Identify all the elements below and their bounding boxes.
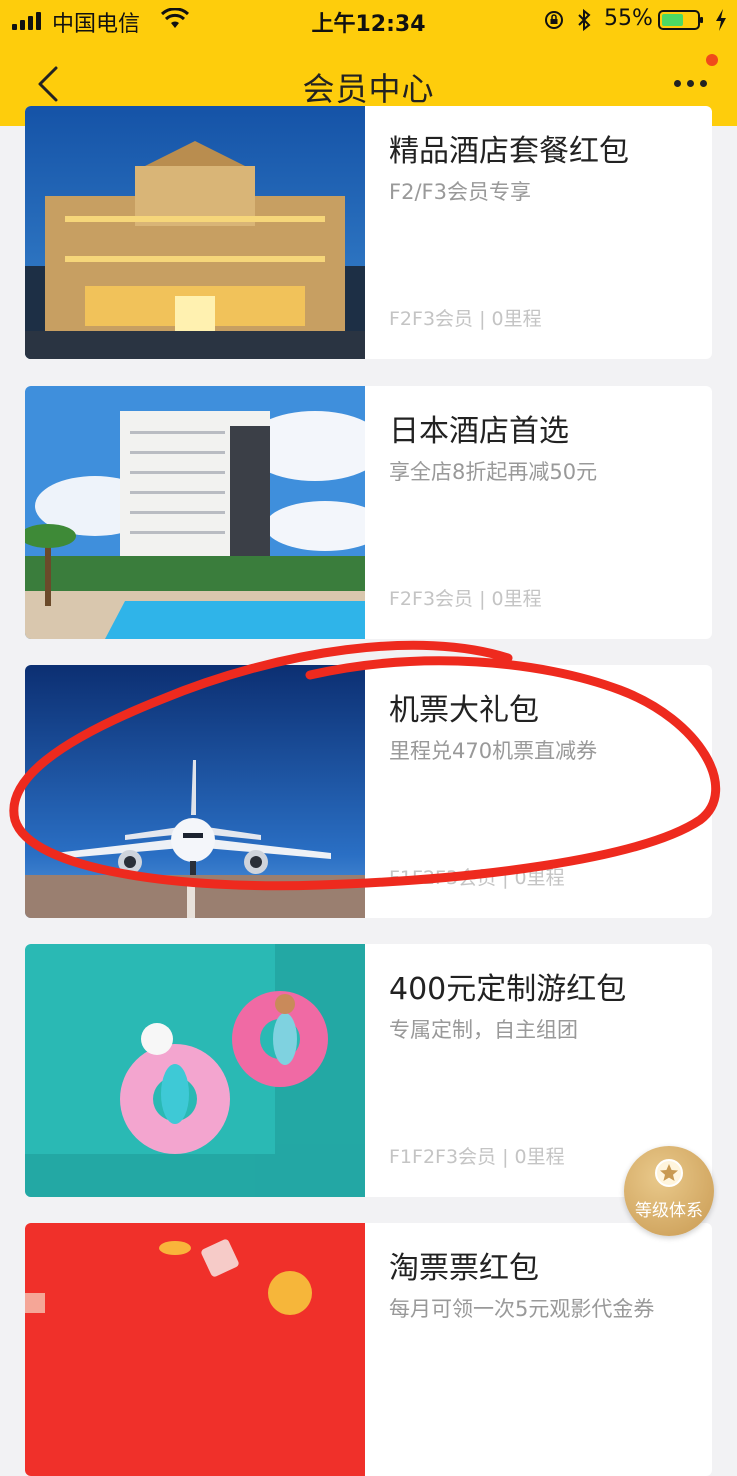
card-desc: 享全店8折起再减50元 — [389, 460, 598, 484]
level-system-label: 等级体系 — [635, 1201, 703, 1221]
luxury-hotel-photo — [25, 106, 365, 359]
card-desc: 专属定制，自主组团 — [389, 1018, 578, 1042]
list-item[interactable]: 精品酒店套餐红包 F2/F3会员专享 F2F3会员 | 0里程 — [25, 106, 712, 359]
page-title: 会员中心 — [302, 70, 435, 108]
pool-float-photo — [25, 944, 365, 1197]
list-item[interactable]: 日本酒店首选 享全店8折起再减50元 F2F3会员 | 0里程 — [25, 386, 712, 639]
battery-icon — [658, 10, 703, 30]
rotation-lock-icon — [545, 11, 563, 29]
list-item[interactable]: 机票大礼包 里程兑470机票直减券 F1F2F3会员 | 0里程 — [25, 665, 712, 918]
card-meta: F1F2F3会员 | 0里程 — [389, 867, 565, 889]
card-title: 精品酒店套餐红包 — [389, 134, 629, 169]
card-title: 淘票票红包 — [389, 1251, 539, 1286]
more-button[interactable] — [668, 54, 718, 102]
notification-dot — [706, 54, 718, 66]
card-desc: 每月可领一次5元观影代金券 — [389, 1297, 655, 1321]
card-meta: F2F3会员 | 0里程 — [389, 588, 542, 610]
battery-percent: 55% — [604, 6, 653, 31]
card-meta: F2F3会员 | 0里程 — [389, 308, 542, 330]
japan-hotel-pool-photo — [25, 386, 365, 639]
list-item[interactable]: 淘票票红包 每月可领一次5元观影代金券 — [25, 1223, 712, 1476]
charging-icon — [716, 9, 726, 31]
card-title: 400元定制游红包 — [389, 972, 627, 1007]
level-system-button[interactable]: 等级体系 — [624, 1146, 714, 1236]
star-medal-icon — [655, 1159, 683, 1187]
list-item[interactable]: 400元定制游红包 专属定制，自主组团 F1F2F3会员 | 0里程 — [25, 944, 712, 1197]
airplane-photo — [25, 665, 365, 918]
card-title: 机票大礼包 — [389, 693, 539, 728]
card-meta: F1F2F3会员 | 0里程 — [389, 1146, 565, 1168]
card-desc: 里程兑470机票直减券 — [389, 739, 598, 763]
bluetooth-icon — [578, 8, 591, 32]
red-movie-coupon-photo — [25, 1223, 365, 1476]
card-desc: F2/F3会员专享 — [389, 180, 531, 204]
card-title: 日本酒店首选 — [389, 414, 569, 449]
status-bar: 中国电信 上午12:34 55% — [0, 0, 737, 40]
